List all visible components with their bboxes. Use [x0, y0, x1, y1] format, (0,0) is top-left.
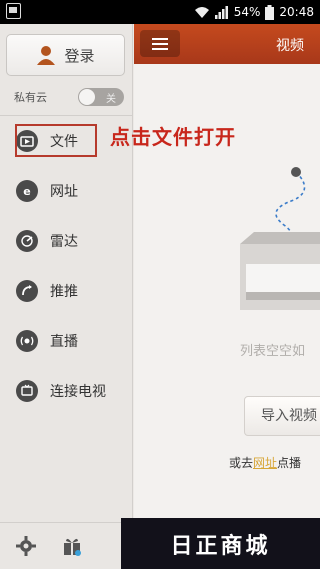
empty-list-text: 列表空空如	[240, 344, 306, 359]
watermark-text: 日正商城	[170, 533, 271, 559]
menu-button[interactable]	[140, 30, 180, 57]
sidebar: 登录 私有云 关 文件 e 网址 雷达 推推 直播 连接电视	[0, 24, 133, 569]
sidebar-item-radar[interactable]: 雷达	[0, 216, 133, 266]
web-link[interactable]: 网址	[253, 456, 277, 470]
app-notification-icon	[6, 3, 21, 19]
sidebar-item-push[interactable]: 推推	[0, 266, 133, 316]
watermark-logo: 日正商城	[121, 518, 320, 569]
login-label: 登录	[64, 46, 95, 65]
menu-icon-line	[152, 42, 168, 45]
radar-icon	[16, 230, 38, 252]
sidebar-item-label: 直播	[50, 334, 78, 350]
menu-icon-line	[152, 37, 168, 40]
import-video-button[interactable]: 导入视频	[244, 396, 320, 436]
live-icon	[16, 330, 38, 352]
hint-text: 或去网址点播	[229, 454, 301, 471]
top-bar: 视频	[134, 24, 320, 64]
sidebar-item-label: 雷达	[50, 234, 78, 250]
hint-prefix: 或去	[229, 456, 254, 470]
user-icon	[37, 46, 56, 65]
private-cloud-label: 私有云	[14, 91, 47, 104]
login-button[interactable]: 登录	[6, 34, 125, 76]
settings-icon[interactable]	[16, 536, 36, 556]
wifi-icon	[194, 7, 209, 18]
menu-icon-line	[152, 47, 168, 50]
highlight-box	[15, 124, 97, 157]
sidebar-nav: 文件 e 网址 雷达 推推 直播 连接电视	[0, 116, 133, 416]
sidebar-footer	[0, 522, 133, 569]
hint-suffix: 点播	[277, 456, 302, 470]
annotation-text: 点击文件打开	[110, 125, 236, 149]
private-cloud-row: 私有云 关	[14, 86, 124, 108]
sidebar-item-tv[interactable]: 连接电视	[0, 366, 133, 416]
status-bar: 54% 20:48	[0, 0, 320, 24]
status-bar-right: 54% 20:48	[194, 3, 314, 21]
empty-drawer-illustration	[240, 167, 320, 310]
page-title: 视频	[276, 38, 304, 54]
sidebar-item-label: 网址	[50, 184, 78, 200]
push-icon	[16, 280, 38, 302]
tv-icon	[16, 380, 38, 402]
toggle-knob	[79, 89, 95, 105]
sidebar-item-live[interactable]: 直播	[0, 316, 133, 366]
toggle-state-label: 关	[106, 94, 116, 105]
web-icon: e	[16, 180, 38, 202]
gift-icon[interactable]	[62, 536, 82, 556]
main-panel: 视频 列表空空如 导入视频 或去网址点播	[134, 24, 320, 569]
battery-icon	[265, 4, 275, 20]
signal-icon	[214, 6, 228, 19]
battery-percent: 54%	[233, 5, 261, 19]
clock: 20:48	[279, 5, 314, 19]
sidebar-item-label: 推推	[50, 284, 78, 300]
sidebar-item-label: 连接电视	[50, 384, 106, 400]
sidebar-item-web[interactable]: e 网址	[0, 166, 133, 216]
private-cloud-toggle[interactable]: 关	[78, 88, 124, 106]
